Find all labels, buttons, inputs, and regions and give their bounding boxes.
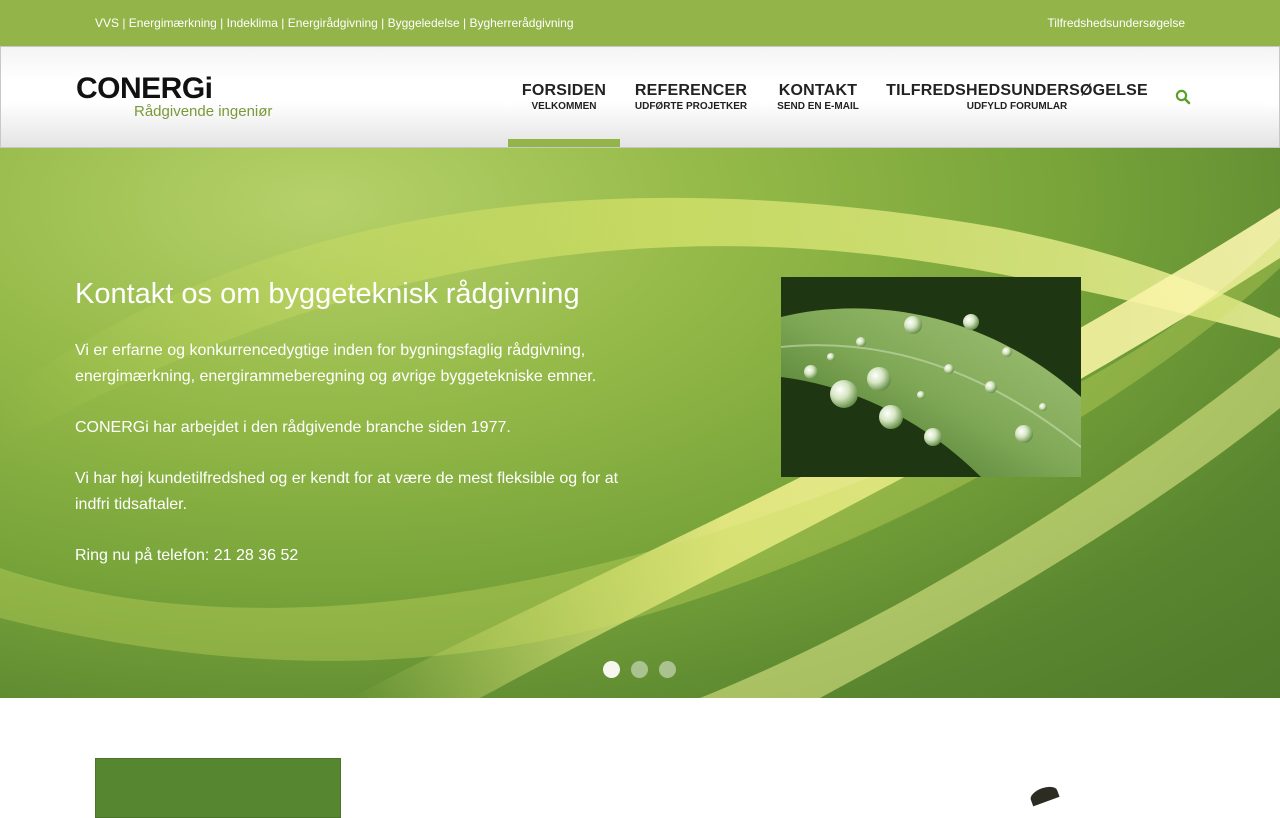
hero-paragraph: Vi er erfarne og konkurrencedygtige inde…	[75, 342, 597, 385]
logo-wordmark: CONERGi	[76, 72, 213, 105]
leaf-waterdrops-image	[781, 277, 1081, 477]
nav-item-tilfredshedsundersoegelse[interactable]: TILFREDSHEDSUNDERSØGELSE UDFYLD FORUMLAR	[874, 47, 1160, 147]
hero-paragraph: Vi har høj kundetilfredshed og er kendt …	[75, 470, 619, 513]
nav-label: TILFREDSHEDSUNDERSØGELSE	[886, 82, 1148, 99]
partial-image	[1028, 783, 1060, 807]
nav-label: REFERENCER	[634, 82, 748, 99]
green-feature-box[interactable]	[95, 758, 341, 818]
nav-sublabel: UDFYLD FORUMLAR	[966, 101, 1068, 112]
search-icon[interactable]	[1175, 89, 1191, 105]
slider-dot-3[interactable]	[659, 661, 676, 678]
nav-sublabel: UDFØRTE PROJETKER	[634, 101, 748, 112]
nav-sublabel: VELKOMMEN	[531, 101, 597, 112]
content-section	[0, 698, 1280, 818]
logo-tagline: Rådgivende ingeniør	[134, 103, 273, 120]
nav-item-referencer[interactable]: REFERENCER UDFØRTE PROJETKER	[620, 47, 762, 147]
slider-dots	[603, 661, 676, 678]
hero-title: Kontakt os om byggeteknisk rådgivning	[75, 278, 580, 310]
nav-item-kontakt[interactable]: KONTAKT SEND EN E-MAIL	[762, 47, 874, 147]
logo[interactable]: CONERGi Rådgivende ingeniør	[76, 72, 276, 123]
main-nav: FORSIDEN VELKOMMEN REFERENCER UDFØRTE PR…	[508, 47, 1160, 147]
nav-label: KONTAKT	[778, 82, 858, 99]
survey-link[interactable]: Tilfredshedsundersøgelse	[1047, 16, 1185, 30]
site-header: CONERGi Rådgivende ingeniør FORSIDEN VEL…	[0, 46, 1280, 148]
nav-item-forsiden[interactable]: FORSIDEN VELKOMMEN	[508, 47, 620, 147]
hero-slider: Kontakt os om byggeteknisk rådgivning Vi…	[0, 148, 1280, 698]
hero-paragraph: CONERGi har arbejdet i den rådgivende br…	[75, 419, 511, 436]
top-bar: VVS | Energimærkning | Indeklima | Energ…	[0, 0, 1280, 46]
services-list: VVS | Energimærkning | Indeklima | Energ…	[95, 16, 574, 30]
nav-label: FORSIDEN	[521, 82, 607, 99]
nav-sublabel: SEND EN E-MAIL	[777, 101, 859, 112]
slider-dot-2[interactable]	[631, 661, 648, 678]
hero-phone: Ring nu på telefon: 21 28 36 52	[75, 547, 299, 564]
slider-dot-1[interactable]	[603, 661, 620, 678]
